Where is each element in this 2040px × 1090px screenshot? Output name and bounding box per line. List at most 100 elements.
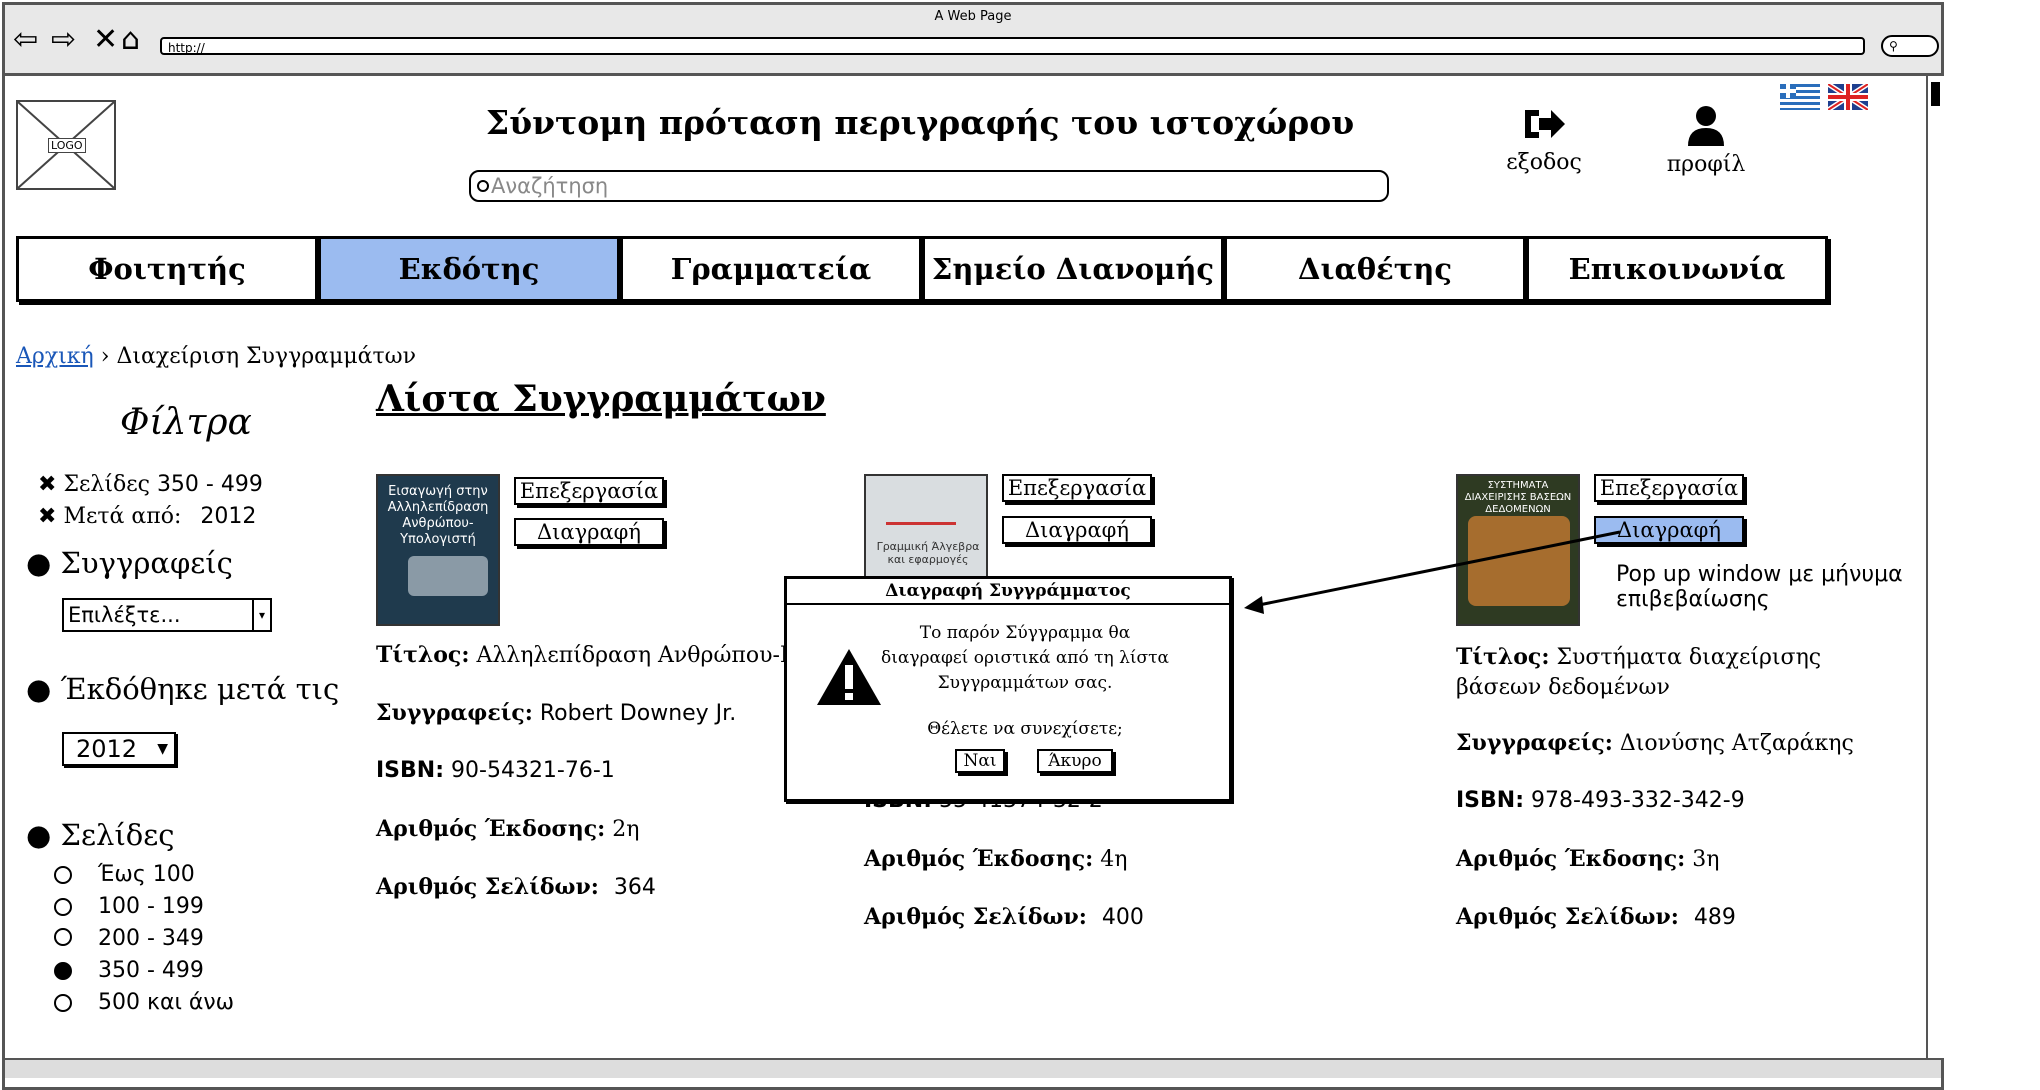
book-edition: 2η [612,817,640,842]
title-label: Τίτλος: [376,642,470,668]
edition-label: Αριθμός Έκδοσης: [376,816,606,842]
tab-provider[interactable]: Διαθέτης [1224,236,1526,302]
annotation-arrow-icon [1244,530,1621,614]
tab-publisher[interactable]: Εκδότης [318,236,620,302]
book-pages-row: Αριθμός Σελίδων: 364 [376,874,656,900]
yes-button[interactable]: Ναι [955,749,1005,773]
book-isbn-row: ISBN: 978-493-332-342-9 [1456,788,1745,813]
pages-option-label: 100 - 199 [98,894,204,919]
authors-label: Συγγραφείς: [1456,730,1613,756]
year-select[interactable]: 2012 ▼ [62,732,176,766]
search-input[interactable]: Αναζήτηση [469,170,1389,202]
logout-icon [1525,110,1565,138]
logout-button[interactable]: εξοδος [1494,104,1594,175]
uk-flag-icon[interactable] [1828,84,1868,110]
edition-label: Αριθμός Έκδοσης: [1456,846,1686,872]
book-edition-row: Αριθμός Έκδοσης: 2η [376,816,639,842]
dialog-message: Το παρόν Σύγγραμμα θα διαγραφεί οριστικά… [880,623,1170,693]
bullet-icon: ● [26,546,52,580]
delete-button[interactable]: Διαγραφή [1002,516,1152,544]
logout-label: εξοδος [1506,150,1582,175]
window-title: A Web Page [934,9,1012,24]
filter-published-heading: ● Έκδόθηκε μετά τις [26,672,339,706]
logo-label: LOGO [48,138,86,153]
book-pages: 364 [613,875,656,900]
book-isbn-row: ISBN: 90-54321-76-1 [376,758,615,783]
close-icon[interactable]: ✕ [93,25,118,55]
greek-flag-icon[interactable] [1780,84,1820,110]
edit-button[interactable]: Επεξεργασία [514,477,664,505]
pages-label: Αριθμός Σελίδων: [1456,904,1679,930]
book-authors-row: Συγγραφείς: Robert Downey Jr. [376,700,736,726]
tab-secretariat[interactable]: Γραμματεία [620,236,922,302]
cover-image [408,556,488,596]
page-title: Λίστα Συγγραμμάτων [376,378,826,420]
profile-button[interactable]: προφίλ [1656,104,1756,177]
book-title: Αλληλεπίδραση Ανθρώπου-Η/Υ [476,643,822,668]
book-title-row: Τίτλος: Αλληλεπίδραση Ανθρώπου-Η/Υ [376,642,821,668]
browser-toolbar: A Web Page ⇦ ⇨ ✕ ⌂ http:// ⚲ [5,5,1941,76]
book-title-row: Τίτλος: Συστήματα διαχείρισης βάσεων δεδ… [1456,642,1856,703]
search-placeholder: Αναζήτηση [491,174,609,198]
scrollbar-thumb[interactable] [1931,82,1940,106]
edit-button[interactable]: Επεξεργασία [1594,474,1744,502]
user-icon [1688,106,1724,146]
back-icon[interactable]: ⇦ [13,25,38,55]
tab-distribution-point[interactable]: Σημείο Διανομής [922,236,1224,302]
edit-button[interactable]: Επεξεργασία [1002,474,1152,502]
browser-search-icon[interactable]: ⚲ [1881,35,1939,57]
main-navigation: Φοιτητής Εκδότης Γραμματεία Σημείο Διανο… [16,236,1828,304]
radio-button[interactable] [54,994,72,1012]
book-edition: 4η [1100,847,1128,872]
remove-filter-icon[interactable]: ✖ [38,504,56,529]
filter-authors-label: Συγγραφείς [60,546,233,580]
breadcrumb: Αρχική › Διαχείριση Συγγραμμάτων [16,344,416,369]
delete-button[interactable]: Διαγραφή [514,518,664,546]
isbn-label: ISBN: [376,758,445,783]
home-icon[interactable]: ⌂ [121,25,140,55]
cancel-button[interactable]: Άκυρο [1037,749,1113,773]
edition-label: Αριθμός Έκδοσης: [864,846,1094,872]
authors-select[interactable]: Επιλέξτε... ▾ [62,598,272,632]
radio-button[interactable] [54,898,72,916]
logo: LOGO [16,100,116,190]
breadcrumb-home-link[interactable]: Αρχική [16,344,94,369]
filter-pages-label: Σελίδες [60,818,175,852]
warning-icon [817,649,881,705]
active-filter-label: Μετά από: [63,504,182,529]
filter-pages-heading: ● Σελίδες [26,818,175,852]
dialog-question: Θέλετε να συνεχίσετε; [927,719,1123,739]
book-cover-text: ΣΥΣΤΗΜΑΤΑ ΔΙΑΧΕΙΡΙΣΗΣ ΒΑΣΕΩΝ ΔΕΔΟΜΕΝΩΝ [1464,480,1572,515]
dialog-title: Διαγραφή Συγγράμματος [787,579,1229,605]
radio-button[interactable] [54,866,72,884]
pages-option-label: Έως 100 [98,862,195,887]
radio-button[interactable] [54,928,72,946]
book-pages-row: Αριθμός Σελίδων: 489 [1456,904,1736,930]
isbn-label: ISBN: [1456,788,1525,813]
book-authors-row: Συγγραφείς: Διονύσης Ατζαράκης [1456,730,1854,756]
book-pages: 400 [1101,905,1144,930]
chevron-down-icon: ▾ [252,600,270,630]
forward-icon[interactable]: ⇨ [51,25,76,55]
radio-button-selected[interactable] [54,962,72,980]
filters-title: Φίλτρα [120,402,252,443]
tab-student[interactable]: Φοιτητής [16,236,318,302]
book-cover-text: Εισαγωγή στην Αλληλεπίδραση Ανθρώπου-Υπο… [387,484,489,547]
tab-contact[interactable]: Επικοινωνία [1526,236,1828,302]
remove-filter-icon[interactable]: ✖ [38,472,56,497]
authors-label: Συγγραφείς: [376,700,533,726]
pages-option-label: 500 και άνω [98,990,235,1015]
pages-option-label: 200 - 349 [98,926,204,951]
annotation-note: Pop up window με μήνυμα επιβεβαίωσης [1616,562,1903,612]
pages-label: Αριθμός Σελίδων: [864,904,1087,930]
book-isbn: 978-493-332-342-9 [1531,788,1745,813]
url-bar[interactable]: http:// [160,37,1865,55]
active-filter-value: 2012 [200,504,257,529]
year-select-value: 2012 [76,735,138,763]
chevron-down-icon: ▼ [157,741,168,757]
filter-published-label: Έκδόθηκε μετά τις [60,672,340,706]
breadcrumb-separator: › [100,344,110,369]
cover-image [886,498,956,525]
title-label: Τίτλος: [1456,644,1550,670]
book-edition-row: Αριθμός Έκδοσης: 3η [1456,846,1719,872]
